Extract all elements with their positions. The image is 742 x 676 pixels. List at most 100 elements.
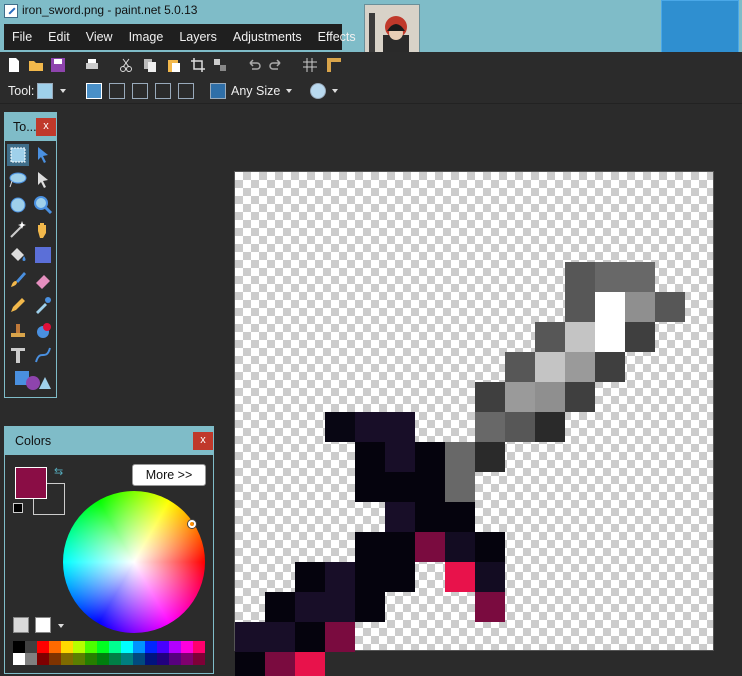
menu-edit[interactable]: Edit [40, 24, 78, 50]
primary-color-swatch[interactable] [15, 467, 47, 499]
palette-swatch[interactable] [181, 653, 193, 665]
paste-icon[interactable] [166, 57, 182, 73]
palette-swatch[interactable] [193, 653, 205, 665]
ruler-icon[interactable] [326, 57, 342, 73]
magic-wand-icon[interactable] [7, 219, 29, 241]
sampling-dropdown-icon[interactable] [286, 89, 292, 93]
selection-mode-intersect-icon[interactable] [155, 83, 171, 99]
menu-adjustments[interactable]: Adjustments [225, 24, 310, 50]
palette-swatch[interactable] [73, 641, 85, 653]
palette-swatch[interactable] [97, 641, 109, 653]
palette-swatch[interactable] [157, 641, 169, 653]
selection-mode-union-icon[interactable] [109, 83, 125, 99]
color-picker-icon[interactable] [32, 294, 54, 316]
move-selection-icon[interactable] [32, 144, 54, 166]
menu-file[interactable]: File [4, 24, 40, 50]
pencil-icon[interactable] [7, 294, 29, 316]
palette-swatch[interactable] [13, 653, 25, 665]
swap-colors-icon[interactable]: ⇆ [54, 465, 63, 478]
selection-mode-invert-icon[interactable] [178, 83, 194, 99]
menu-layers[interactable]: Layers [171, 24, 225, 50]
add-to-palette-icon[interactable] [13, 617, 29, 633]
menu-image[interactable]: Image [121, 24, 172, 50]
colors-panel-header[interactable]: Colors x [5, 427, 213, 455]
rectangle-select-icon[interactable] [7, 144, 29, 166]
save-icon[interactable] [50, 57, 66, 73]
line-curve-icon[interactable] [32, 344, 54, 366]
palette-swatch[interactable] [37, 641, 49, 653]
window-title: iron_sword.png - paint.net 5.0.13 [22, 3, 198, 17]
palette-swatch[interactable] [85, 653, 97, 665]
print-icon[interactable] [84, 57, 100, 73]
tools-panel-header[interactable]: To... x [5, 113, 56, 141]
palette-swatch[interactable] [193, 641, 205, 653]
recolor-icon[interactable] [32, 319, 54, 341]
palette-swatch[interactable] [13, 641, 25, 653]
antialiasing-icon[interactable] [310, 83, 326, 99]
palette-swatch[interactable] [169, 641, 181, 653]
tools-close-button[interactable]: x [36, 118, 56, 136]
copy-icon[interactable] [142, 57, 158, 73]
palette-swatch[interactable] [73, 653, 85, 665]
palette-swatch[interactable] [145, 653, 157, 665]
more-button[interactable]: More >> [132, 464, 206, 486]
lasso-select-icon[interactable] [7, 169, 29, 191]
palette-swatch[interactable] [133, 641, 145, 653]
sampling-size-select[interactable]: Any Size [231, 84, 280, 98]
palette-swatch[interactable] [133, 653, 145, 665]
pan-icon[interactable] [32, 219, 54, 241]
shapes-icon[interactable] [13, 369, 51, 391]
palette-swatch[interactable] [85, 641, 97, 653]
gradient-icon[interactable] [32, 244, 54, 266]
colors-close-button[interactable]: x [193, 432, 213, 450]
antialiasing-dropdown-icon[interactable] [332, 89, 338, 93]
palette-swatch[interactable] [61, 641, 73, 653]
palette-swatch[interactable] [109, 653, 121, 665]
palette-swatch[interactable] [37, 653, 49, 665]
new-icon[interactable] [6, 57, 22, 73]
crop-icon[interactable] [190, 57, 206, 73]
menu-effects[interactable]: Effects [310, 24, 364, 50]
palette-swatch[interactable] [25, 653, 37, 665]
ellipse-select-icon[interactable] [7, 194, 29, 216]
menu-view[interactable]: View [78, 24, 121, 50]
color-wheel-cursor[interactable] [188, 520, 196, 528]
palette-swatch[interactable] [145, 641, 157, 653]
eraser-icon[interactable] [32, 269, 54, 291]
grid-icon[interactable] [302, 57, 318, 73]
tool-dropdown-icon[interactable] [60, 89, 66, 93]
palette-swatch[interactable] [157, 653, 169, 665]
move-pixels-icon[interactable] [32, 169, 54, 191]
palette-swatch[interactable] [169, 653, 181, 665]
palette-swatch[interactable] [49, 653, 61, 665]
palette-swatch[interactable] [61, 653, 73, 665]
palette-swatch[interactable] [109, 641, 121, 653]
zoom-icon[interactable] [32, 194, 54, 216]
paintbrush-icon[interactable] [7, 269, 29, 291]
selection-mode-replace-icon[interactable] [86, 83, 102, 99]
undo-icon[interactable] [246, 57, 262, 73]
palette-swatch[interactable] [25, 641, 37, 653]
selection-mode-exclude-icon[interactable] [132, 83, 148, 99]
palette-swatch[interactable] [49, 641, 61, 653]
canvas-pixel [355, 532, 385, 562]
image-canvas[interactable] [234, 171, 714, 676]
color-wheel[interactable] [63, 491, 205, 633]
deselect-icon[interactable] [212, 57, 228, 73]
palette-swatch[interactable] [121, 653, 133, 665]
reset-colors-icon[interactable] [13, 503, 23, 513]
palette-menu-icon[interactable] [35, 617, 51, 633]
clone-stamp-icon[interactable] [7, 319, 29, 341]
current-tool-icon[interactable] [37, 83, 53, 99]
sampling-icon[interactable] [210, 83, 226, 99]
text-icon[interactable] [7, 344, 29, 366]
paint-bucket-icon[interactable] [7, 244, 29, 266]
palette-swatch[interactable] [97, 653, 109, 665]
redo-icon[interactable] [268, 57, 284, 73]
palette-swatch[interactable] [181, 641, 193, 653]
palette-dropdown-icon[interactable] [58, 624, 64, 628]
open-icon[interactable] [28, 57, 44, 73]
palette-swatch[interactable] [121, 641, 133, 653]
canvas-pixel [355, 472, 385, 502]
cut-icon[interactable] [118, 57, 134, 73]
